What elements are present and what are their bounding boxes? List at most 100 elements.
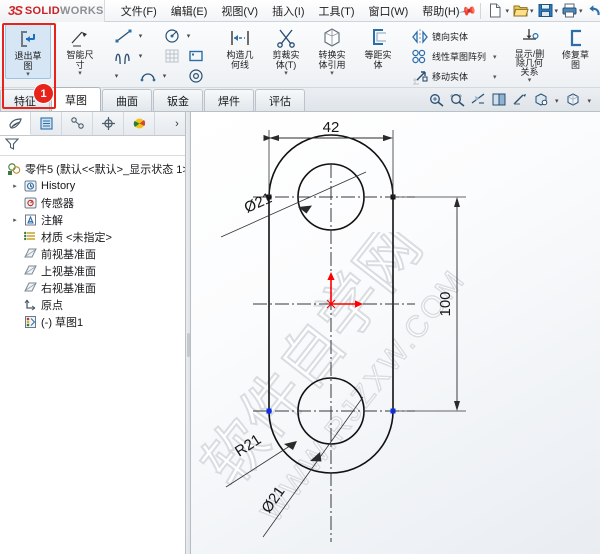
chevron-down-icon[interactable]: ▾ — [137, 46, 144, 65]
tree-item-sketch1[interactable]: (-) 草图1 — [2, 313, 185, 330]
property-manager-tab[interactable] — [31, 112, 62, 135]
tree-item-right-plane[interactable]: 右视基准面 — [2, 279, 185, 296]
chevron-down-icon[interactable]: ▾ — [489, 73, 497, 81]
brand-mark-icon: 3S — [8, 3, 23, 18]
chevron-down-icon[interactable]: ▾ — [528, 77, 532, 84]
chevron-down-icon[interactable]: ▾ — [113, 66, 120, 85]
display-delete-relations-button[interactable]: 显示/删 除几何 关系 ▾ — [507, 24, 553, 84]
section-view-icon[interactable] — [470, 92, 487, 110]
move-entities-button[interactable]: 移动实体 ▾ — [411, 67, 497, 86]
tree-item-top-plane[interactable]: 上视基准面 — [2, 262, 185, 279]
material-icon — [23, 230, 38, 244]
lower-hole-diameter[interactable]: Ø21 — [258, 396, 364, 538]
feature-tree-tab[interactable] — [0, 112, 31, 135]
chevron-down-icon[interactable]: ▾ — [489, 53, 497, 61]
save-icon[interactable] — [537, 2, 554, 19]
annotations-icon — [23, 213, 38, 227]
display-manager-tab[interactable] — [124, 112, 155, 135]
tab-sketch[interactable]: 草图 — [51, 87, 101, 111]
outer-arc-radius-text: R21 — [232, 431, 264, 460]
circle-icon[interactable] — [161, 26, 183, 45]
chevron-down-icon[interactable]: ▾ — [530, 7, 534, 15]
tree-item-material[interactable]: 材质 <未指定> — [2, 228, 185, 245]
offset-entities-button[interactable]: 等距实体 — [355, 24, 401, 70]
tree-item-label: 原点 — [41, 299, 63, 312]
appearance-icon[interactable] — [565, 92, 582, 110]
menu-help[interactable]: 帮助(H) — [422, 3, 459, 19]
chevron-down-icon[interactable]: ▾ — [579, 7, 583, 15]
convert-entities-button[interactable]: 转换实 体引用 ▾ — [309, 24, 355, 77]
graphics-area[interactable]: 软件自学网 WWW.RJZXW.COM 42 100 Ø21 R21 Ø21 — [191, 112, 600, 554]
move-entities-icon — [411, 68, 429, 86]
outer-arc-radius[interactable]: R21 — [225, 431, 297, 488]
chevron-down-icon[interactable]: ▾ — [330, 70, 334, 77]
exit-sketch-button[interactable]: 退出草图 ▾ — [5, 24, 51, 79]
tab-weldments[interactable]: 焊件 — [204, 89, 254, 111]
tree-item-annotations[interactable]: ▸ 注解 — [2, 211, 185, 228]
menu-edit[interactable]: 编辑(E) — [171, 3, 208, 19]
chevron-down-icon[interactable]: ▾ — [78, 70, 82, 77]
chevron-down-icon[interactable]: ▾ — [185, 26, 192, 45]
filter-bar[interactable] — [0, 136, 185, 156]
menu-tools[interactable]: 工具(T) — [318, 3, 354, 19]
grid-sketch-icon[interactable] — [161, 46, 183, 65]
smart-dimension-icon — [69, 27, 91, 49]
tree-item-history[interactable]: ▸ History — [2, 177, 185, 194]
tab-evaluate[interactable]: 评估 — [255, 89, 305, 111]
ribbon-group-modify: 构造几 何线 剪裁实 体(T) ▾ 转换实 体引用 ▾ 等距实体 — [214, 22, 404, 87]
width-dimension-text: 42 — [323, 119, 340, 136]
linear-pattern-button[interactable]: 线性草图阵列 ▾ — [411, 47, 497, 66]
menu-insert[interactable]: 插入(I) — [272, 3, 304, 19]
hide-show-icon[interactable] — [533, 92, 550, 110]
mirror-entities-button[interactable]: 镜向实体 — [411, 27, 497, 46]
zoom-to-area-icon[interactable] — [449, 92, 466, 110]
view-orientation-icon[interactable] — [491, 92, 508, 110]
chevron-down-icon[interactable]: ▾ — [26, 71, 30, 78]
expander[interactable]: ▸ — [10, 216, 20, 224]
construction-geometry-button[interactable]: 构造几 何线 — [217, 24, 263, 70]
new-document-icon[interactable] — [487, 2, 504, 19]
chevron-down-icon[interactable]: ▾ — [161, 66, 168, 85]
trim-entities-button[interactable]: 剪裁实 体(T) ▾ — [263, 24, 309, 77]
arc-icon[interactable] — [137, 66, 159, 85]
chevron-down-icon[interactable]: ▾ — [587, 97, 591, 105]
chevron-down-icon[interactable]: ▾ — [137, 26, 144, 45]
sketch-canvas[interactable]: 42 100 Ø21 R21 Ø21 — [191, 112, 600, 554]
plane-icon — [23, 264, 38, 278]
menu-window[interactable]: 窗口(W) — [369, 3, 409, 19]
undo-icon[interactable] — [586, 2, 600, 19]
display-style-icon[interactable] — [512, 92, 529, 110]
tree-item-origin[interactable]: 原点 — [2, 296, 185, 313]
menu-view[interactable]: 视图(V) — [221, 3, 258, 19]
expander[interactable]: ▸ — [10, 182, 20, 190]
smart-dimension-label: 智能尺寸 — [66, 50, 94, 70]
width-dimension[interactable]: 42 — [263, 119, 394, 197]
pin-icon[interactable]: 📌 — [457, 0, 477, 20]
more-tabs-button[interactable]: › — [169, 112, 185, 135]
origin-marker — [326, 272, 363, 309]
ribbon-group-dimension: 智能尺寸 ▾ — [54, 22, 106, 87]
tab-sheetmetal[interactable]: 钣金 — [153, 89, 203, 111]
repair-sketch-button[interactable]: 修复草图 — [553, 24, 599, 70]
chevron-down-icon[interactable]: ▾ — [505, 7, 509, 15]
dimxpert-tab[interactable] — [93, 112, 124, 135]
offset-entities-icon — [367, 27, 389, 49]
open-folder-icon[interactable] — [512, 2, 529, 19]
tree-item-part[interactable]: 零件5 (默认<<默认>_显示状态 1>) — [2, 160, 185, 177]
chevron-down-icon[interactable]: ▾ — [555, 97, 559, 105]
print-icon[interactable] — [561, 2, 578, 19]
rectangle-icon[interactable] — [185, 46, 207, 65]
configuration-manager-tab[interactable] — [62, 112, 93, 135]
line-icon[interactable] — [113, 26, 135, 45]
tree-item-front-plane[interactable]: 前视基准面 — [2, 245, 185, 262]
tab-surfaces[interactable]: 曲面 — [102, 89, 152, 111]
tree-item-label: 传感器 — [41, 197, 74, 210]
chevron-down-icon[interactable]: ▾ — [555, 7, 559, 15]
zoom-to-fit-icon[interactable] — [428, 92, 445, 110]
tree-item-sensors[interactable]: 传感器 — [2, 194, 185, 211]
chevron-down-icon[interactable]: ▾ — [284, 70, 288, 77]
smart-dimension-button[interactable]: 智能尺寸 ▾ — [57, 24, 103, 77]
spline-icon[interactable] — [113, 46, 135, 65]
menu-file[interactable]: 文件(F) — [121, 3, 157, 19]
polygon-icon[interactable] — [185, 66, 207, 85]
